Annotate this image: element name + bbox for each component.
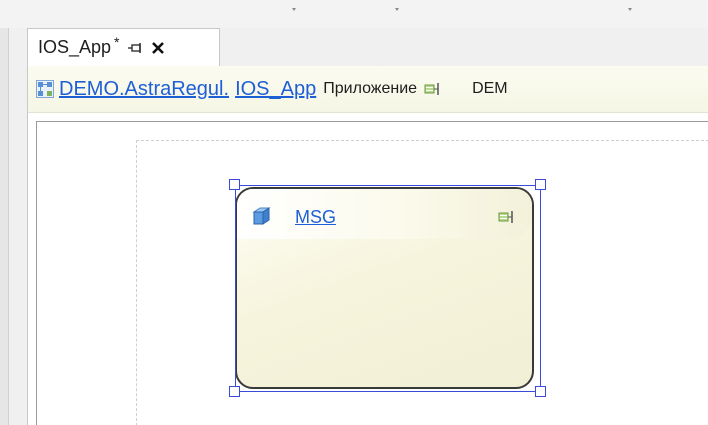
breadcrumb: DEMO.AstraRegul. IOS_App Приложение DEM <box>28 66 708 113</box>
resize-handle-bottom-right[interactable] <box>535 386 546 397</box>
breadcrumb-truncated-text: DEM <box>472 80 508 97</box>
design-canvas[interactable]: MSG <box>36 121 708 425</box>
interface-icon <box>498 209 516 228</box>
document-area: DEMO.AstraRegul. IOS_App Приложение DEM <box>27 66 708 425</box>
left-gutter <box>0 28 9 425</box>
diagram-grid-icon <box>36 80 54 98</box>
resize-handle-bottom-left[interactable] <box>229 386 240 397</box>
close-icon[interactable] <box>151 41 165 55</box>
dropdown-arrow-icon[interactable] <box>292 8 296 11</box>
tab-ios-app[interactable]: IOS_App * <box>27 28 220 66</box>
tab-title: IOS_App <box>38 37 112 57</box>
pin-icon[interactable] <box>127 42 144 54</box>
toolbar-strip <box>0 0 708 28</box>
module-cube-icon <box>251 206 271 225</box>
breadcrumb-type-label: Приложение <box>323 80 418 97</box>
breadcrumb-link-namespace[interactable]: DEMO.AstraRegul. <box>59 78 229 101</box>
interface-icon <box>424 82 442 96</box>
component-msg[interactable]: MSG <box>235 187 534 389</box>
dropdown-arrow-icon[interactable] <box>628 8 632 11</box>
breadcrumb-link-app[interactable]: IOS_App <box>235 78 316 101</box>
designer-window: IOS_App * DEMO.AstraRegul. IOS_App Прило… <box>0 0 708 425</box>
resize-handle-top-right[interactable] <box>535 179 546 190</box>
dropdown-arrow-icon[interactable] <box>395 8 399 11</box>
component-name-link[interactable]: MSG <box>295 207 336 228</box>
component-header <box>237 189 532 239</box>
tab-modified-marker: * <box>114 33 120 50</box>
resize-handle-top-left[interactable] <box>229 179 240 190</box>
